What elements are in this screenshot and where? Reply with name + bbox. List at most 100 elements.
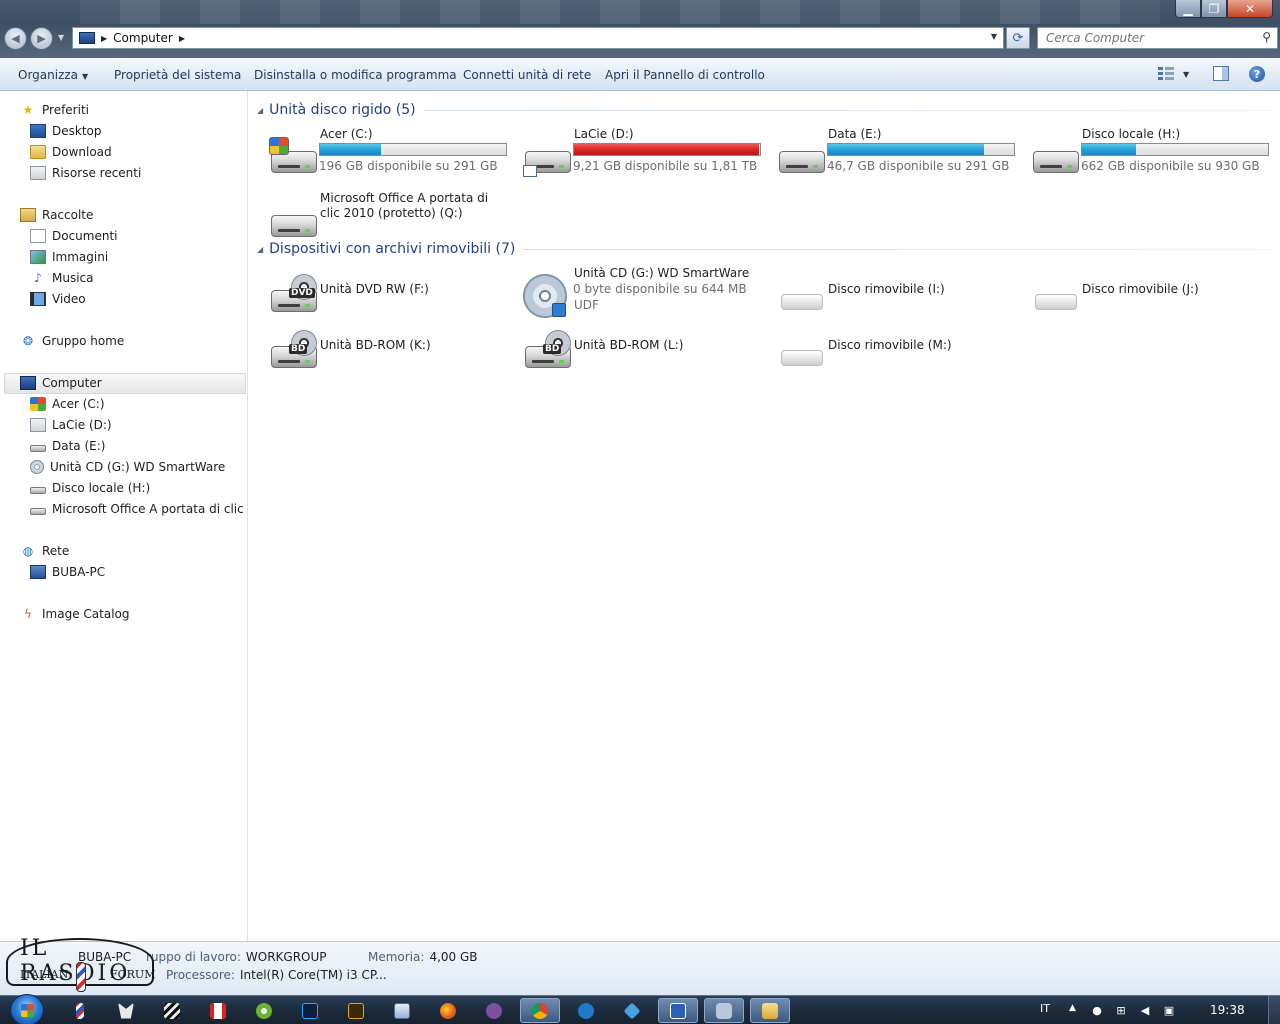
taskbar: IT ▲ ● ⊞ ◀ ▣ 19:38 xyxy=(0,994,1280,1024)
drive-tile-g[interactable]: Unità CD (G:) WD SmartWare 0 byte dispon… xyxy=(521,266,771,322)
change-view-icon[interactable] xyxy=(1158,67,1174,81)
nav-label: Rete xyxy=(42,544,70,558)
removable-drive-icon xyxy=(775,274,825,314)
drive-name: Unità DVD RW (F:) xyxy=(320,282,429,296)
removable-drive-icon xyxy=(1029,274,1079,314)
taskbar-messenger[interactable] xyxy=(704,998,744,1023)
taskbar-bridge[interactable] xyxy=(336,998,376,1023)
taskbar-firefox[interactable] xyxy=(428,998,468,1023)
nav-image-catalog[interactable]: ϟ Image Catalog xyxy=(20,604,246,624)
nav-drive-g[interactable]: Unità CD (G:) WD SmartWare xyxy=(30,457,248,477)
hard-disks-group-header[interactable]: ◢ Unità disco rigido (5) xyxy=(257,99,1272,121)
nav-label: Gruppo home xyxy=(42,334,125,348)
drive-tile-e[interactable]: Data (E:) 46,7 GB disponibile su 291 GB xyxy=(775,127,1025,183)
start-button[interactable] xyxy=(10,994,44,1024)
nav-libraries[interactable]: Raccolte xyxy=(20,205,246,225)
clock[interactable]: 19:38 xyxy=(1210,1003,1245,1017)
help-icon[interactable]: ? xyxy=(1249,66,1265,82)
nav-images[interactable]: Immagini xyxy=(30,247,248,267)
collapse-triangle-icon[interactable]: ◢ xyxy=(257,106,263,115)
show-desktop-button[interactable] xyxy=(1268,996,1280,1024)
drive-tile-h[interactable]: Disco locale (H:) 662 GB disponibile su … xyxy=(1029,127,1279,183)
nav-drive-h[interactable]: Disco locale (H:) xyxy=(30,478,248,498)
back-button[interactable]: ◀ xyxy=(4,27,27,50)
title-bar: ▁ ❐ ✕ ◀ ▶ ▼ ▶ Computer ▶ ▼ ⟳ ⚲ xyxy=(0,0,1280,58)
drive-tile-d[interactable]: LaCie (D:) 9,21 GB disponibile su 1,81 T… xyxy=(521,127,771,183)
drive-tile-m[interactable]: Disco rimovibile (M:) xyxy=(775,322,1025,378)
drive-tile-j[interactable]: Disco rimovibile (J:) xyxy=(1029,266,1279,322)
nav-music[interactable]: ♪ Musica xyxy=(30,268,248,288)
hard-drive-icon xyxy=(30,444,46,452)
show-hidden-icons-button[interactable]: ▲ xyxy=(1069,1003,1076,1013)
drive-tile-k[interactable]: BD Unità BD-ROM (K:) xyxy=(267,322,517,378)
breadcrumb-separator-icon[interactable]: ▶ xyxy=(101,34,107,43)
search-input[interactable] xyxy=(1038,28,1248,48)
address-bar[interactable]: ▶ Computer ▶ ▼ xyxy=(72,27,1004,49)
taskbar-notepad[interactable] xyxy=(382,998,422,1023)
view-options-dropdown-icon[interactable]: ▼ xyxy=(1183,70,1189,79)
address-dropdown-icon[interactable]: ▼ xyxy=(991,32,997,41)
system-properties-button[interactable]: Proprietà del sistema xyxy=(114,68,241,82)
nav-favorites[interactable]: ★ Preferiti xyxy=(20,100,246,120)
taskbar-photoshop[interactable] xyxy=(290,998,330,1023)
nav-desktop[interactable]: Desktop xyxy=(30,121,248,141)
refresh-button[interactable]: ⟳ xyxy=(1006,27,1030,49)
network-status-icon[interactable]: ▣ xyxy=(1162,1003,1176,1017)
breadcrumb-chevron-icon[interactable]: ▶ xyxy=(179,34,185,43)
input-language-indicator[interactable]: IT xyxy=(1040,1002,1050,1015)
taskbar-word[interactable] xyxy=(658,998,698,1023)
nav-documents[interactable]: Documenti xyxy=(30,226,248,246)
taskbar-diamond-app[interactable] xyxy=(612,998,652,1023)
search-icon[interactable]: ⚲ xyxy=(1262,30,1271,44)
computer-icon xyxy=(79,32,95,44)
open-control-panel-button[interactable]: Apri il Pannello di controllo xyxy=(605,68,765,82)
nav-drive-e[interactable]: Data (E:) xyxy=(30,436,248,456)
collapse-triangle-icon[interactable]: ◢ xyxy=(257,245,263,254)
nav-computer[interactable]: Computer xyxy=(20,373,246,393)
nav-video[interactable]: Video xyxy=(30,289,248,309)
search-box[interactable]: ⚲ xyxy=(1037,27,1278,49)
taskbar-viber[interactable] xyxy=(474,998,514,1023)
taskbar-movie-maker[interactable] xyxy=(152,998,192,1023)
star-icon: ★ xyxy=(22,103,34,117)
nav-homegroup[interactable]: ❂ Gruppo home xyxy=(20,331,246,351)
removable-group-header[interactable]: ◢ Dispositivi con archivi rimovibili (7) xyxy=(257,238,1272,260)
maximize-button[interactable]: ❐ xyxy=(1201,0,1227,18)
breadcrumb-computer[interactable]: Computer xyxy=(113,31,173,45)
taskbar-canada-app[interactable] xyxy=(198,998,238,1023)
map-network-drive-button[interactable]: Connetti unità di rete xyxy=(463,68,591,82)
taskbar-onenote[interactable] xyxy=(566,998,606,1023)
drive-tile-f[interactable]: DVD Unità DVD RW (F:) xyxy=(267,266,517,322)
close-button[interactable]: ✕ xyxy=(1227,0,1273,18)
nav-recent-places[interactable]: Risorse recenti xyxy=(30,163,248,183)
free-space-text: 662 GB disponibile su 930 GB xyxy=(1081,159,1260,173)
windows-flag-icon[interactable]: ⊞ xyxy=(1114,1003,1128,1017)
organize-button[interactable]: Organizza ▼ xyxy=(18,68,88,82)
tray-app-icon[interactable]: ● xyxy=(1090,1003,1104,1017)
drive-tile-i[interactable]: Disco rimovibile (I:) xyxy=(775,266,1025,322)
nav-download[interactable]: Download xyxy=(30,142,248,162)
forward-button[interactable]: ▶ xyxy=(30,27,53,50)
recent-pages-button[interactable]: ▼ xyxy=(58,33,64,42)
computer-icon xyxy=(20,376,36,390)
taskbar-utorrent[interactable] xyxy=(244,998,284,1023)
volume-icon[interactable]: ◀ xyxy=(1138,1003,1152,1017)
external-drive-icon xyxy=(521,135,571,177)
nav-label: Preferiti xyxy=(42,103,89,117)
taskbar-chrome[interactable] xyxy=(520,998,560,1023)
nav-drive-q[interactable]: Microsoft Office A portata di clic 2010 xyxy=(30,499,248,519)
nav-drive-c[interactable]: Acer (C:) xyxy=(30,394,248,414)
minimize-button[interactable]: ▁ xyxy=(1175,0,1201,18)
preview-pane-icon[interactable] xyxy=(1213,66,1229,81)
taskbar-foxy-app[interactable] xyxy=(106,998,146,1023)
drive-tile-c[interactable]: Acer (C:) 196 GB disponibile su 291 GB xyxy=(267,127,517,183)
diamond-icon xyxy=(623,1002,641,1019)
taskbar-barber-app[interactable] xyxy=(60,998,100,1023)
nav-network[interactable]: ◍ Rete xyxy=(20,541,246,561)
uninstall-program-button[interactable]: Disinstalla o modifica programma xyxy=(254,68,457,82)
nav-buba-pc[interactable]: BUBA-PC xyxy=(30,562,248,582)
nav-drive-d[interactable]: LaCie (D:) xyxy=(30,415,248,435)
nav-label: Risorse recenti xyxy=(52,166,142,180)
taskbar-explorer[interactable] xyxy=(750,998,790,1023)
drive-tile-l[interactable]: BD Unità BD-ROM (L:) xyxy=(521,322,771,378)
